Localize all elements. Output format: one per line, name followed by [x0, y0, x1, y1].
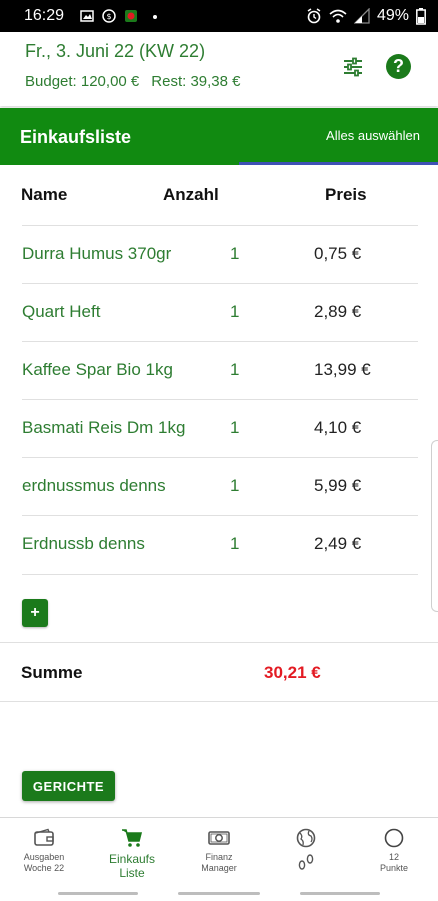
table-row[interactable]: Quart Heft 1 2,89 € — [0, 283, 438, 341]
side-scroll-handle[interactable] — [431, 440, 438, 612]
nav-label: Einkaufs — [108, 852, 156, 866]
item-price: 2,89 € — [314, 302, 362, 321]
nav-label: Woche 22 — [23, 863, 65, 873]
table-row[interactable]: Durra Humus 370gr 1 0,75 € — [0, 225, 438, 283]
footprints-icon — [298, 854, 314, 870]
budget-info: Budget: 120,00 € Rest: 39,38 € — [25, 73, 253, 90]
nav-item-ausgaben[interactable]: Ausgaben Woche 22 — [4, 818, 84, 884]
summary-divider-bottom — [0, 701, 438, 702]
wifi-icon — [329, 9, 347, 23]
nav-item-eco-footprint[interactable] — [266, 818, 346, 884]
item-quantity: 1 — [230, 418, 240, 437]
item-quantity: 1 — [230, 534, 240, 553]
nav-label: Manager — [201, 863, 237, 873]
item-name: erdnussmus denns — [22, 476, 166, 495]
item-price: 2,49 € — [314, 534, 362, 553]
item-quantity: 1 — [230, 476, 240, 495]
cart-icon — [122, 829, 143, 847]
column-header-price: Preis — [325, 185, 367, 204]
status-time: 16:29 — [24, 7, 65, 24]
battery-icon — [416, 7, 426, 25]
tab-indicator — [239, 162, 438, 165]
app-header: Fr., 3. Juni 22 (KW 22) Budget: 120,00 €… — [0, 32, 438, 106]
column-header-quantity: Anzahl — [163, 185, 219, 204]
summary-divider-top — [0, 642, 438, 643]
wallet-icon — [34, 828, 54, 846]
item-name: Erdnussb denns — [22, 534, 145, 553]
item-price: 4,10 € — [314, 418, 362, 437]
list-toolbar: Einkaufsliste Alles auswählen — [0, 108, 438, 165]
circle-icon — [384, 828, 404, 848]
table-row[interactable]: Erdnussb denns 1 2,49 € — [0, 515, 438, 573]
battery-percentage: 49% — [376, 7, 409, 24]
item-price: 13,99 € — [314, 360, 371, 379]
nav-label: Liste — [119, 866, 145, 880]
item-name: Basmati Reis Dm 1kg — [22, 418, 186, 437]
table-row[interactable]: Basmati Reis Dm 1kg 1 4,10 € — [0, 399, 438, 457]
gerichte-button[interactable]: GERICHTE — [22, 771, 115, 801]
nav-label: Punkte — [379, 863, 409, 873]
budget-amount: Budget: 120,00 € — [25, 73, 140, 90]
nav-item-finanz-manager[interactable]: Finanz Manager — [179, 818, 259, 884]
bottom-navigation: Ausgaben Woche 22 Einkaufs Liste Finanz … — [0, 817, 438, 901]
item-quantity: 1 — [230, 302, 240, 321]
sum-label: Summe — [21, 663, 83, 682]
more-notifications-icon — [153, 15, 157, 19]
app-notification-icon: $ — [102, 9, 116, 23]
nav-item-einkaufsliste[interactable]: Einkaufs Liste — [92, 818, 172, 884]
item-quantity: 1 — [230, 360, 240, 379]
list-title: Einkaufsliste — [20, 127, 132, 147]
item-quantity: 1 — [230, 244, 240, 263]
globe-icon — [296, 828, 316, 848]
nav-item-punkte[interactable]: 12 Punkte — [354, 818, 434, 884]
table-row[interactable]: Kaffee Spar Bio 1kg 1 13,99 € — [0, 341, 438, 399]
item-name: Quart Heft — [22, 302, 101, 321]
table-row[interactable]: erdnussmus denns 1 5,99 € — [0, 457, 438, 515]
app-badge-icon — [125, 10, 137, 22]
rest-amount: Rest: 39,38 € — [151, 73, 241, 90]
nav-label: Ausgaben — [23, 852, 65, 862]
nav-label: Finanz — [205, 852, 233, 862]
money-icon — [208, 831, 230, 845]
scroll-indicator — [178, 892, 260, 895]
column-header-name: Name — [21, 185, 68, 204]
date-title: Fr., 3. Juni 22 (KW 22) — [25, 41, 206, 61]
alarm-icon — [307, 8, 321, 24]
sum-value: 30,21 € — [264, 663, 321, 682]
gallery-notification-icon — [80, 10, 94, 22]
row-divider — [22, 574, 418, 575]
svg-text:$: $ — [106, 12, 111, 21]
item-price: 5,99 € — [314, 476, 362, 495]
filter-settings-icon[interactable] — [340, 54, 366, 80]
help-button[interactable]: ? — [386, 54, 411, 79]
signal-icon — [353, 8, 370, 24]
scroll-indicator — [300, 892, 380, 895]
item-name: Durra Humus 370gr — [22, 244, 172, 263]
item-name: Kaffee Spar Bio 1kg — [22, 360, 173, 379]
status-right: 49% — [306, 7, 426, 25]
scroll-indicator — [58, 892, 138, 895]
status-bar: 16:29 $ 49% — [0, 0, 438, 32]
add-item-button[interactable]: + — [22, 599, 48, 627]
nav-label: 12 — [388, 852, 399, 862]
select-all-button[interactable]: Alles auswählen — [326, 128, 420, 143]
item-price: 0,75 € — [314, 244, 362, 263]
